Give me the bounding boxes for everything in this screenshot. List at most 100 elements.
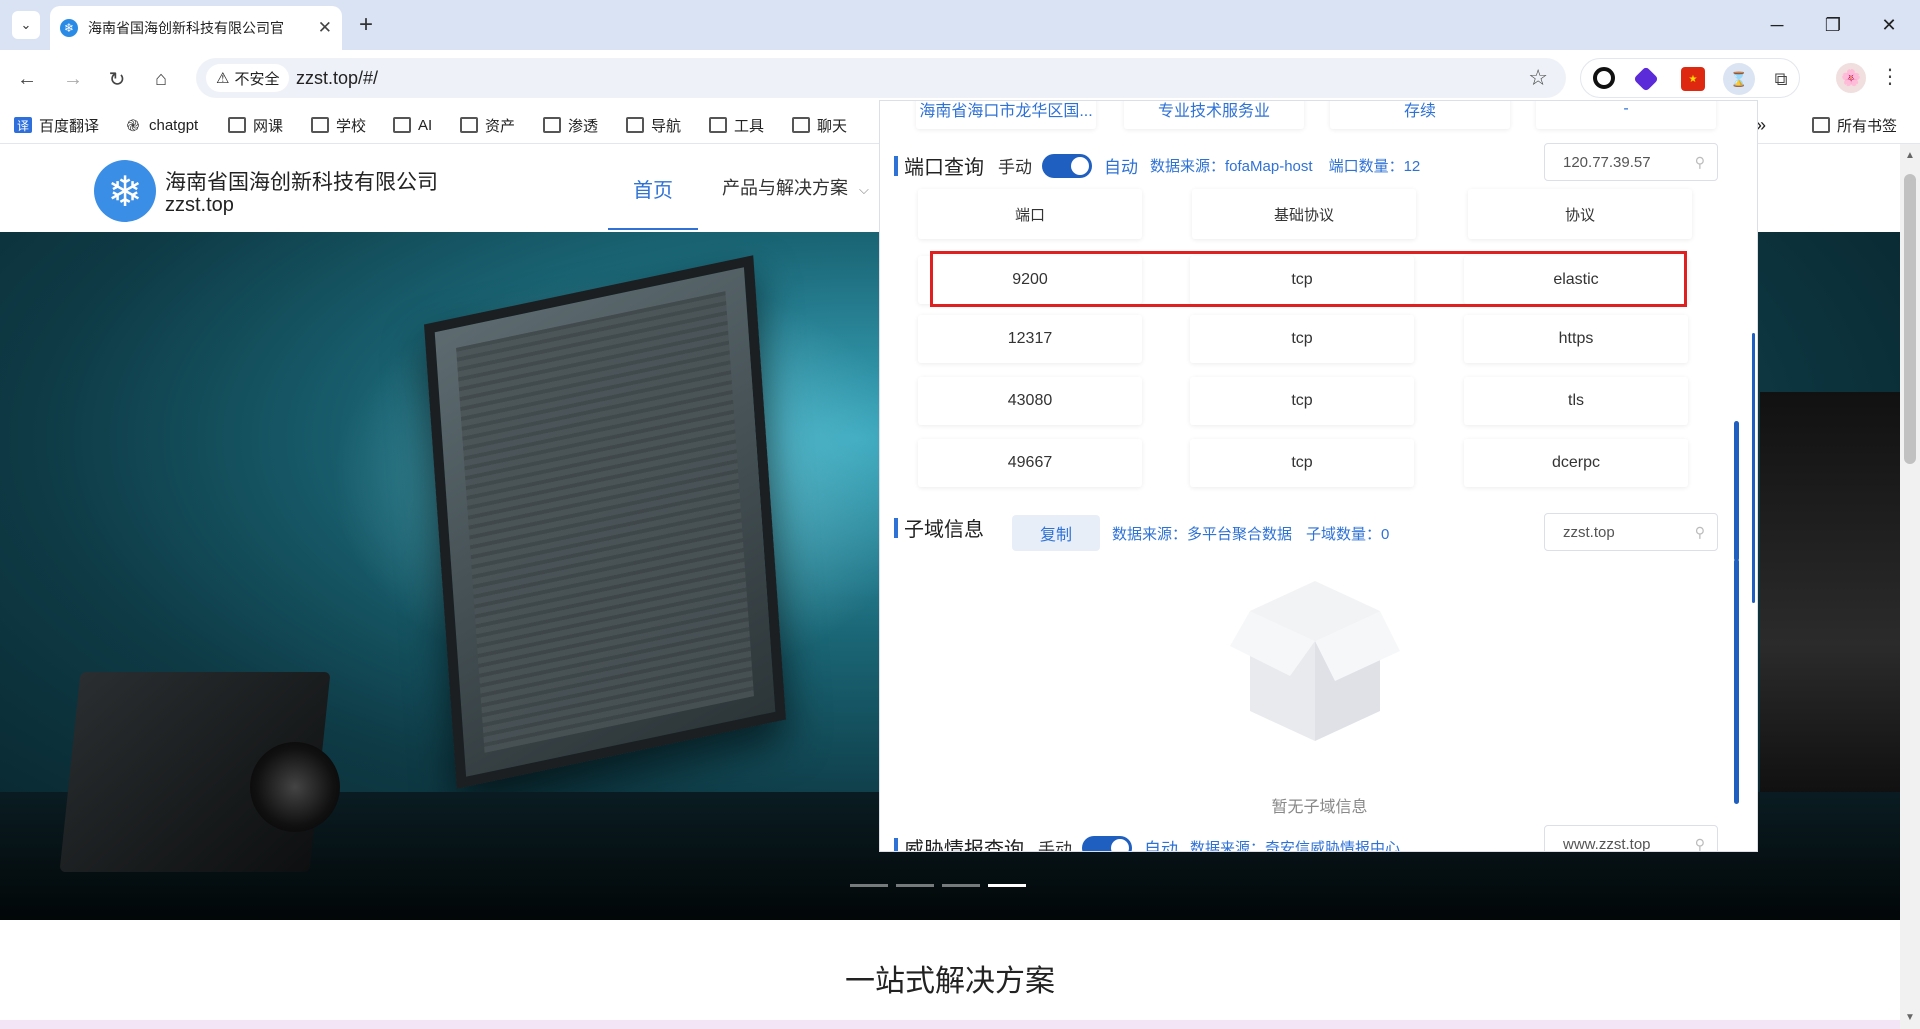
base-protocol-cell: tcp	[1190, 377, 1414, 425]
carousel-dot-4[interactable]	[988, 884, 1026, 887]
base-protocol-cell: tcp	[1190, 439, 1414, 487]
bookmark-baidu-fanyi[interactable]: 译 百度翻译	[14, 114, 99, 136]
openai-icon: ֎	[126, 118, 140, 135]
scroll-up-icon[interactable]: ▲	[1905, 150, 1915, 161]
scroll-down-icon[interactable]: ▼	[1905, 1012, 1915, 1023]
url-text[interactable]: zzst.top/#/	[296, 68, 378, 89]
menu-dots-icon[interactable]: ⋮	[1880, 64, 1900, 89]
hero-monitor	[424, 255, 786, 789]
section-title: 一站式解决方案	[845, 965, 1055, 998]
warning-icon: ⚠	[216, 70, 230, 87]
port-cell: 12317	[918, 315, 1142, 363]
panel-scroll-thumb[interactable]	[1752, 333, 1755, 603]
carousel-dot-3[interactable]	[942, 884, 980, 887]
bookmark-label: 网课	[253, 117, 284, 135]
profile-avatar[interactable]: 🌸	[1836, 63, 1866, 93]
folder-icon	[626, 117, 644, 133]
nav-home[interactable]: 首页	[608, 170, 698, 230]
empty-box-icon	[1230, 581, 1400, 741]
all-bookmarks[interactable]: 所有书签	[1812, 114, 1897, 136]
reload-icon[interactable]: ↻	[102, 64, 132, 94]
subdomain-meta: 数据来源：多平台聚合数据 子域数量：0	[1112, 523, 1389, 544]
search-icon[interactable]: ⚲	[1695, 154, 1705, 171]
bookmark-folder-liaotian[interactable]: 聊天	[792, 114, 847, 136]
close-window-button[interactable]: ✕	[1866, 10, 1912, 40]
bottom-strip	[0, 1020, 1900, 1029]
forward-arrow-icon[interactable]: →	[58, 64, 88, 94]
port-cell: 49667	[918, 439, 1142, 487]
translate-icon: 译	[14, 117, 32, 133]
circle-extension-icon[interactable]	[1593, 67, 1615, 89]
bookmark-label: AI	[418, 116, 433, 134]
panel-scrollbar-lower[interactable]	[1734, 559, 1739, 804]
copy-button[interactable]: 复制	[1012, 515, 1100, 551]
home-icon[interactable]: ⌂	[146, 64, 176, 94]
bookmark-folder-ai[interactable]: AI	[393, 114, 432, 136]
hero-right-object	[1760, 392, 1900, 812]
restore-button[interactable]: ❐	[1810, 10, 1856, 40]
flag-extension-icon[interactable]: ★	[1681, 67, 1705, 91]
toggle-knob	[1071, 156, 1089, 175]
tab-close-icon[interactable]: ✕	[318, 18, 332, 38]
bookmark-folder-wangke[interactable]: 网课	[228, 114, 283, 136]
search-icon[interactable]: ⚲	[1695, 524, 1705, 541]
ports-title: 端口查询	[904, 157, 984, 179]
ports-header-port: 端口	[918, 189, 1142, 239]
new-tab-button[interactable]: +	[352, 11, 380, 39]
back-arrow-icon[interactable]: ←	[12, 64, 42, 94]
ports-header-base-protocol: 基础协议	[1192, 189, 1416, 239]
hourglass-extension-icon[interactable]: ⌛	[1723, 63, 1755, 95]
bookmark-folder-xuexiao[interactable]: 学校	[311, 114, 366, 136]
bookmark-folder-shentou[interactable]: 渗透	[543, 114, 598, 136]
nav-products[interactable]: 产品与解决方案 ⌵	[722, 174, 869, 200]
threat-auto-toggle[interactable]	[1082, 835, 1132, 851]
protocol-cell: tls	[1464, 377, 1688, 425]
page-scroll-thumb[interactable]	[1904, 174, 1916, 464]
bookmark-folder-gongju[interactable]: 工具	[709, 114, 764, 136]
speaker-cone	[250, 742, 340, 832]
threat-manual-label: 手动	[1038, 840, 1072, 852]
subdomain-section-header: 子域信息	[894, 513, 984, 542]
ports-section-header: 端口查询 手动 自动 数据来源：fofaMap-host 端口数量：12	[894, 151, 1420, 180]
subdomain-search-value: zzst.top	[1563, 524, 1615, 541]
security-chip[interactable]: ⚠ 不安全	[206, 64, 290, 92]
bookmark-star-icon[interactable]: ☆	[1528, 65, 1548, 91]
company-domain: zzst.top	[165, 194, 234, 216]
subdomain-count: 子域数量：0	[1306, 526, 1390, 543]
tab-title: 海南省国海创新科技有限公司官	[88, 20, 284, 36]
ports-count: 端口数量：12	[1328, 158, 1421, 175]
subdomain-search-input[interactable]: zzst.top ⚲	[1544, 513, 1718, 551]
security-label: 不安全	[234, 70, 280, 88]
page-scrollbar[interactable]: ▲ ▼	[1900, 144, 1920, 1029]
extensions-area: ★ ⌛ ⧉	[1580, 58, 1800, 98]
bookmark-folder-daohang[interactable]: 导航	[626, 114, 681, 136]
bookmark-label: 百度翻译	[39, 117, 100, 135]
layers-extension-icon[interactable]	[1633, 66, 1659, 92]
protocol-cell: dcerpc	[1464, 439, 1688, 487]
folder-icon	[393, 117, 411, 133]
carousel-dot-2[interactable]	[896, 884, 934, 887]
folder-icon	[709, 117, 727, 133]
subdomain-source: 数据来源：多平台聚合数据	[1112, 526, 1293, 543]
folder-icon	[228, 117, 246, 133]
bookmark-chatgpt[interactable]: ֎ chatgpt	[124, 114, 198, 136]
bookmark-label: 渗透	[568, 117, 599, 135]
snowflake-favicon-icon: ❄	[60, 19, 78, 37]
panel-scrollbar-upper[interactable]	[1734, 421, 1739, 561]
base-protocol-cell: tcp	[1190, 315, 1414, 363]
snowflake-logo-icon[interactable]: ❄	[94, 160, 156, 222]
nav-products-label: 产品与解决方案	[722, 178, 848, 198]
tab-search-button[interactable]: ⌄	[12, 11, 40, 39]
ports-auto-toggle[interactable]	[1042, 153, 1092, 178]
address-bar[interactable]: ⚠ 不安全 zzst.top/#/ ☆	[196, 58, 1566, 98]
ports-search-input[interactable]: 120.77.39.57 ⚲	[1544, 143, 1718, 181]
search-icon[interactable]: ⚲	[1695, 836, 1705, 851]
bookmark-folder-zichan[interactable]: 资产	[460, 114, 515, 136]
minimize-button[interactable]: ─	[1754, 10, 1800, 40]
carousel-dot-1[interactable]	[850, 884, 888, 887]
threat-search-input[interactable]: www.zzst.top ⚲	[1544, 825, 1718, 851]
info-status: 存续	[1330, 101, 1510, 129]
bookmark-label: 学校	[336, 117, 367, 135]
active-tab[interactable]: ❄ 海南省国海创新科技有限公司官 ✕	[50, 6, 342, 50]
puzzle-extensions-icon[interactable]: ⧉	[1769, 67, 1793, 91]
